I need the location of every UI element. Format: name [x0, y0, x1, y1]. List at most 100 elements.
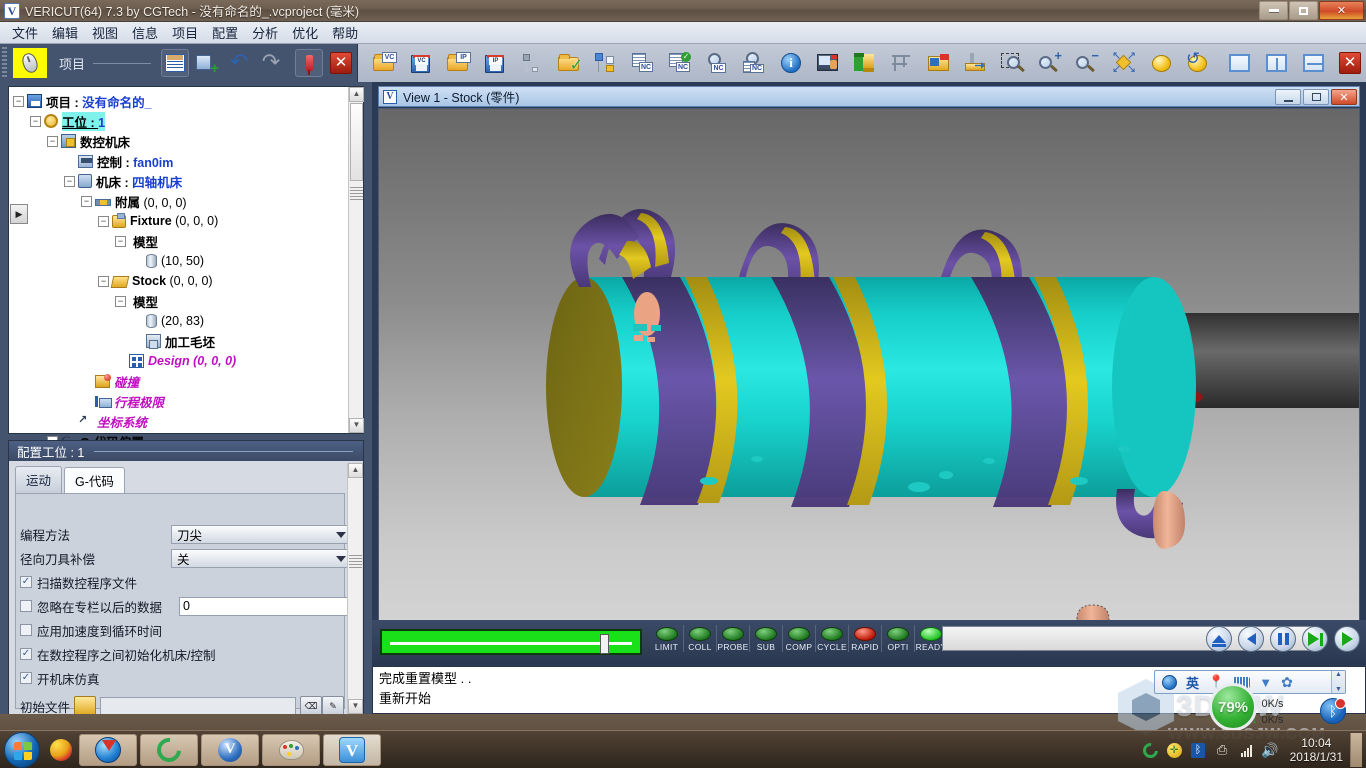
toolbar-grip[interactable] — [2, 47, 7, 79]
view-close-button[interactable]: ✕ — [1331, 89, 1357, 105]
volume-icon[interactable]: 🔊 — [1261, 742, 1278, 759]
pin-button[interactable] — [295, 49, 323, 77]
settings-icon[interactable]: ✿ — [1281, 674, 1293, 691]
save-inprocess-button[interactable]: IP — [481, 49, 509, 77]
checkbox-scan-nc-files-box[interactable] — [20, 576, 32, 588]
checkbox-apply-accel[interactable]: 应用加速度到循环时间 — [16, 618, 344, 642]
checkbox-init-between-programs-box[interactable] — [20, 648, 32, 660]
user-icon[interactable] — [1162, 674, 1177, 690]
resource-usage-widget[interactable]: 79% — [1209, 683, 1257, 731]
tree-node[interactable]: − Stock (0, 0, 0) — [13, 271, 346, 291]
clear-field-icon[interactable]: ⌫ — [300, 696, 322, 716]
window-minimize-button[interactable] — [1259, 1, 1288, 20]
config-scroll-up[interactable]: ▲ — [348, 463, 363, 478]
tree-expand-toggle[interactable]: − — [47, 135, 58, 147]
undo-button[interactable]: ↶ — [225, 49, 253, 77]
pause-button[interactable] — [1270, 626, 1296, 652]
toolbox-icon[interactable]: ▼ — [1259, 675, 1272, 690]
view-minimize-button[interactable] — [1275, 89, 1301, 105]
show-desktop-button[interactable] — [1350, 733, 1362, 767]
save-project-button[interactable]: VC — [407, 49, 435, 77]
zoom-in-button[interactable]: + — [1036, 49, 1064, 77]
rotate-sphere-button[interactable] — [1147, 49, 1175, 77]
browser-icon[interactable] — [1139, 739, 1161, 761]
select-radial-compensation[interactable]: 关 — [171, 548, 353, 568]
tree-node[interactable]: − 数控机床 — [13, 131, 346, 151]
tree-scroll-down[interactable]: ▼ — [349, 418, 364, 433]
open-inprocess-button[interactable]: IP — [444, 49, 472, 77]
taskbar-item-vericut[interactable]: V — [201, 733, 259, 766]
tree-node[interactable]: ↗ 坐标系统 — [13, 411, 346, 431]
open-folder-icon[interactable] — [74, 696, 97, 716]
usb-icon[interactable]: ⎙ — [1214, 742, 1231, 759]
simulation-progress-bar[interactable] — [380, 629, 642, 655]
menu-project[interactable]: 项目 — [165, 21, 205, 44]
nc-review-list-button[interactable]: NC — [740, 49, 768, 77]
start-button[interactable] — [4, 731, 40, 768]
tree-node[interactable]: 控制 : fan0im — [13, 151, 346, 171]
tree-node[interactable]: (10, 50) — [13, 251, 346, 271]
ime-mode-label[interactable]: 英 — [1186, 673, 1199, 692]
menu-info[interactable]: 信息 — [125, 21, 165, 44]
tree-node[interactable]: 行程极限 — [13, 391, 346, 411]
window-close-button[interactable]: ✕ — [1319, 1, 1364, 20]
tree-node[interactable]: − Fixture (0, 0, 0) — [13, 211, 346, 231]
fit-view-button[interactable]: ↖ ↗ ↙ ↘ — [1110, 49, 1138, 77]
menu-config[interactable]: 配置 — [205, 21, 245, 44]
notes-button[interactable] — [925, 49, 953, 77]
input-initial-file[interactable] — [100, 696, 296, 716]
two-pane-horizontal-button[interactable] — [1299, 49, 1327, 77]
progress-knob[interactable] — [600, 634, 609, 654]
taskbar-clock[interactable]: 10:04 2018/1/31 — [1290, 736, 1343, 764]
bluetooth-notification-icon[interactable]: ᛒ — [1320, 698, 1346, 724]
tree-node[interactable]: − 模型 — [13, 231, 346, 251]
mouse-config-icon[interactable] — [13, 48, 47, 78]
checkbox-ignore-after-column[interactable]: 忽略在专栏以后的数据 0 — [16, 594, 353, 618]
reset-rotation-button[interactable]: ↺ — [1184, 49, 1212, 77]
taskbar-item-vericut-active[interactable]: V — [323, 733, 381, 766]
security-icon[interactable]: ✛ — [1166, 742, 1183, 759]
single-pane-button[interactable] — [1225, 49, 1253, 77]
config-scroll-down[interactable]: ▼ — [348, 699, 363, 714]
taskbar-item-browser[interactable] — [140, 732, 198, 767]
menu-edit[interactable]: 编辑 — [45, 21, 85, 44]
tree-node[interactable]: − 工位 : 1 — [13, 111, 346, 131]
rewind-button[interactable] — [1238, 626, 1264, 652]
tree-expand-toggle[interactable]: − — [115, 235, 126, 247]
tree-expand-toggle[interactable]: − — [81, 195, 92, 207]
tree-node[interactable]: Design (0, 0, 0) — [13, 351, 346, 371]
menu-file[interactable]: 文件 — [5, 21, 45, 44]
caliper-measure-button[interactable] — [888, 49, 916, 77]
zoom-out-button[interactable]: − — [1073, 49, 1101, 77]
checkbox-ignore-after-column-box[interactable] — [20, 600, 32, 612]
redo-button[interactable]: ↷ — [257, 49, 285, 77]
tree-expand-toggle[interactable]: − — [98, 275, 109, 287]
tree-node[interactable]: − 模型 — [13, 291, 346, 311]
tree-expand-toggle[interactable]: − — [13, 95, 24, 107]
open-verified-button[interactable]: ✓ — [555, 49, 583, 77]
tree-expand-toggle[interactable]: − — [64, 175, 75, 187]
tree-scroll-up[interactable]: ▲ — [349, 87, 364, 102]
autodiff-button[interactable] — [851, 49, 879, 77]
input-ignore-column-value[interactable]: 0 — [179, 596, 353, 616]
nc-program-review-button[interactable]: NC — [703, 49, 731, 77]
bluetooth-icon[interactable]: ᛒ — [1190, 742, 1207, 759]
taskbar-item-paint[interactable] — [262, 733, 320, 766]
nc-program-verified-button[interactable]: NC ✓ — [666, 49, 694, 77]
zoom-box-button[interactable] — [999, 49, 1027, 77]
menu-view[interactable]: 视图 — [85, 21, 125, 44]
checkbox-apply-accel-box[interactable] — [20, 624, 32, 636]
model-export-button[interactable] — [592, 49, 620, 77]
signal-icon[interactable] — [1238, 742, 1255, 759]
tree-node[interactable]: (20, 83) — [13, 311, 346, 331]
nc-program-button[interactable]: NC — [629, 49, 657, 77]
tree-expand-toggle[interactable]: − — [115, 295, 126, 307]
tree-expand-toggle[interactable]: − — [98, 215, 109, 227]
open-project-button[interactable]: VC — [370, 49, 398, 77]
play-button[interactable] — [1334, 626, 1360, 652]
add-component-button[interactable]: + — [193, 49, 221, 77]
window-restore-button[interactable] — [1289, 1, 1318, 20]
config-scrollbar[interactable]: ▲ ▼ — [347, 463, 363, 714]
tree-scrollbar[interactable]: ▲ ▼ — [348, 87, 364, 433]
tree-node[interactable]: − 附属 (0, 0, 0) — [13, 191, 346, 211]
